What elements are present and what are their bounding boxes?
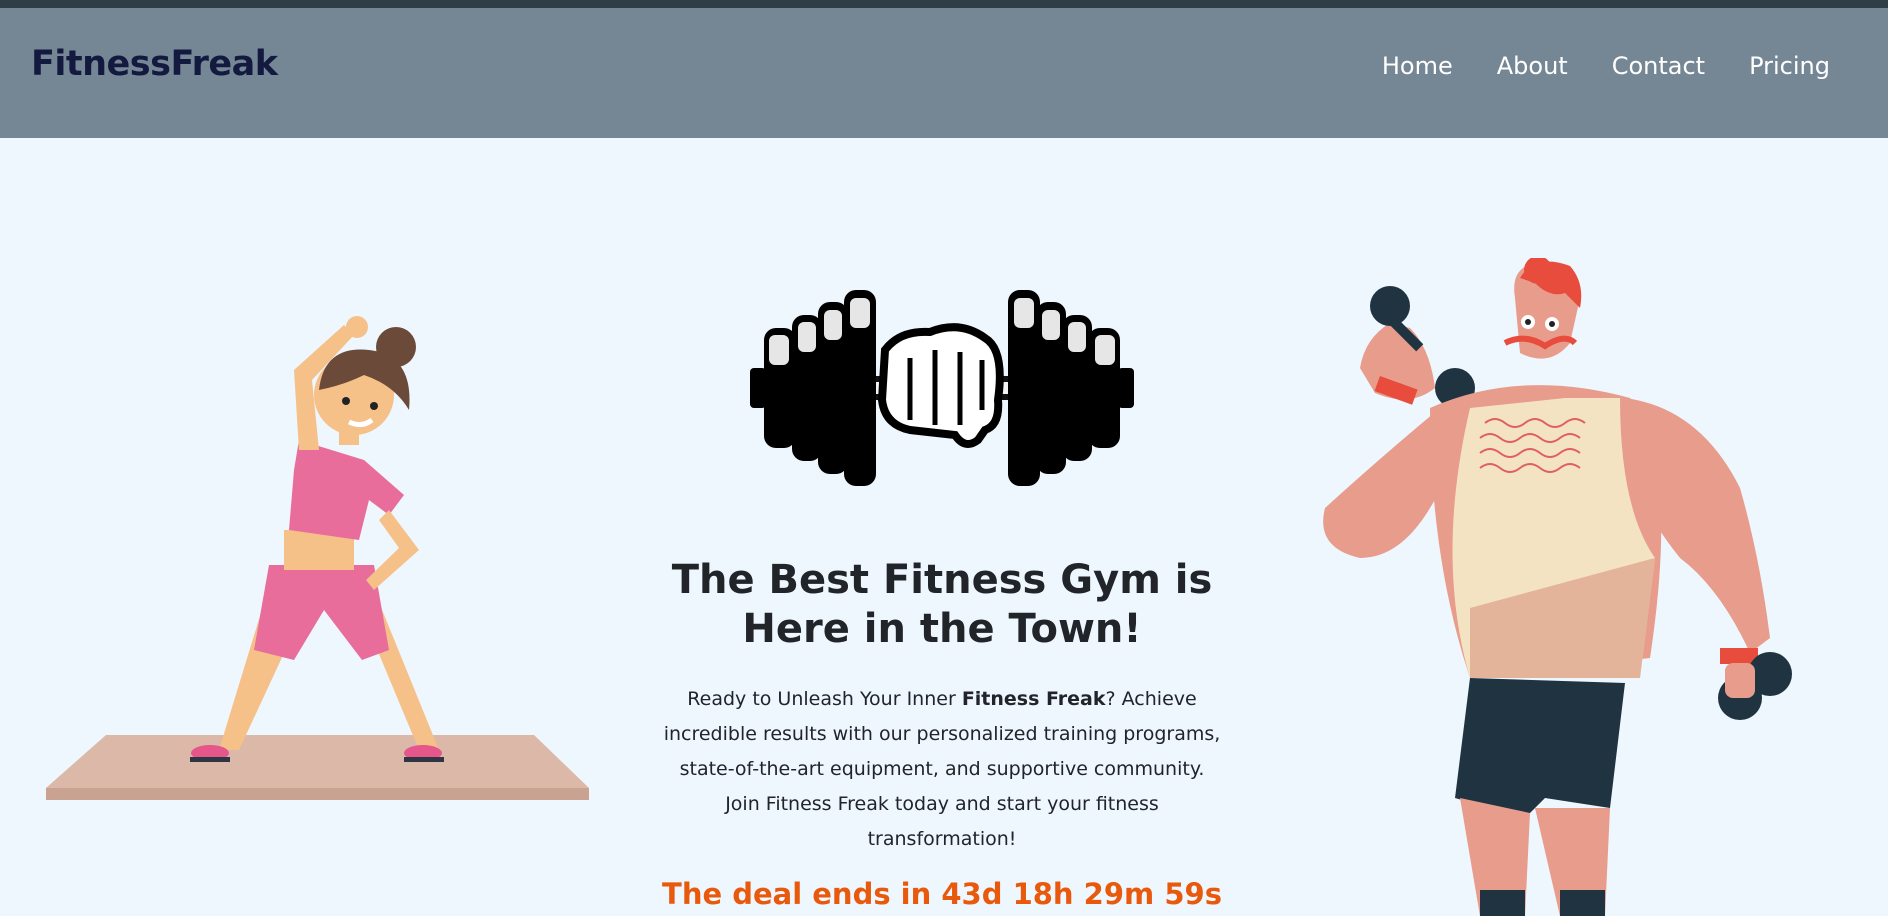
deal-countdown: The deal ends in 43d 18h 29m 59s [662,877,1222,911]
hero-headline-line-2: Here in the Town! [742,606,1142,652]
top-strip [0,0,1888,8]
hero-headline-line-1: The Best Fitness Gym is [671,557,1213,603]
hero-description-brand: Fitness Freak [961,688,1106,710]
brand-logo[interactable]: FitnessFreak [31,44,278,84]
nav-link-contact[interactable]: Contact [1612,52,1705,80]
hero-section: The Best Fitness Gym is Here in the Town… [640,556,1244,911]
nav-link-pricing[interactable]: Pricing [1749,52,1830,80]
dumbbell-fist-icon [750,290,1134,486]
main-nav: Home About Contact Pricing [1338,52,1830,80]
nav-link-about[interactable]: About [1497,52,1568,80]
hero-description-rest: ? Achieve incredible results with our pe… [663,688,1221,850]
man-lifting-dumbbells-illustration [1323,258,1792,916]
navbar: FitnessFreak Home About Contact Pricing [0,8,1888,138]
hero-description: Ready to Unleash Your Inner Fitness Frea… [640,682,1244,857]
woman-stretching-illustration [46,316,589,800]
nav-link-home[interactable]: Home [1382,52,1453,80]
hero-headline: The Best Fitness Gym is Here in the Town… [640,556,1244,654]
hero-description-lead: Ready to Unleash Your Inner [687,688,962,710]
